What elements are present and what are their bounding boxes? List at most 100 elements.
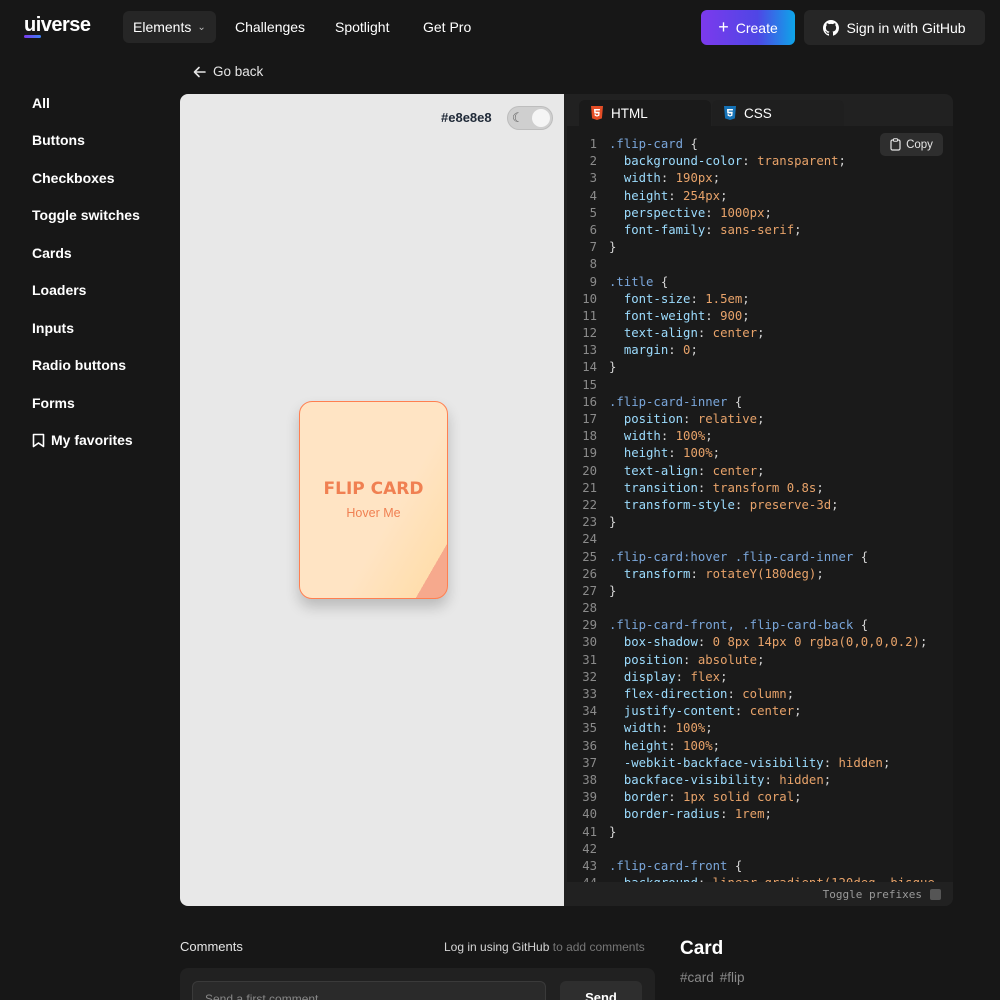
line-number: 22 xyxy=(582,497,597,512)
code-text: height: 100%; xyxy=(623,738,721,753)
line-number: 26 xyxy=(582,566,597,581)
nav-link-spotlight[interactable]: Spotlight xyxy=(335,19,389,35)
theme-toggle[interactable]: ☾ xyxy=(507,106,553,130)
code-line: 44 background: linear-gradient(120deg, b… xyxy=(567,875,935,882)
tab-css[interactable]: CSS xyxy=(712,100,844,126)
line-number: 2 xyxy=(589,154,597,169)
code-line: 34 justify-content: center; xyxy=(567,703,935,720)
background-color-value[interactable]: #e8e8e8 xyxy=(441,110,492,125)
toggle-prefixes-checkbox[interactable] xyxy=(930,888,941,900)
code-line: 42 xyxy=(567,841,935,858)
code-line: 10 font-size: 1.5em; xyxy=(567,291,935,308)
sidebar-item-checkboxes[interactable]: Checkboxes xyxy=(32,159,172,197)
code-line: 38 backface-visibility: hidden; xyxy=(567,772,935,789)
line-number: 1 xyxy=(589,137,597,151)
line-number: 25 xyxy=(582,549,597,564)
chevron-down-icon: ⌄ xyxy=(197,21,206,33)
code-line: 36 height: 100%; xyxy=(567,738,935,755)
line-number: 29 xyxy=(582,618,597,633)
css3-icon xyxy=(724,106,736,120)
logo[interactable]: uiverse xyxy=(24,14,91,37)
plus-icon: + xyxy=(718,16,729,37)
line-number: 35 xyxy=(582,721,597,736)
go-back-link[interactable]: Go back xyxy=(193,64,263,79)
sidebar-item-loaders[interactable]: Loaders xyxy=(32,272,172,310)
line-number: 32 xyxy=(582,669,597,684)
code-line: 18 width: 100%; xyxy=(567,428,935,445)
line-number: 7 xyxy=(589,240,597,255)
code-text: width: 100%; xyxy=(623,721,713,736)
login-link[interactable]: Log in using GitHub xyxy=(444,940,549,954)
code-text: position: relative; xyxy=(623,412,765,426)
sidebar-item-buttons[interactable]: Buttons xyxy=(32,122,172,160)
comment-input[interactable]: Send a first comment... xyxy=(192,981,546,1000)
code-line: 30 box-shadow: 0 8px 14px 0 rgba(0,0,0,0… xyxy=(567,634,935,651)
code-line: 40 border-radius: 1rem; xyxy=(567,806,935,823)
line-number: 21 xyxy=(582,480,597,495)
sidebar-item-forms[interactable]: Forms xyxy=(32,384,172,422)
moon-icon: ☾ xyxy=(512,110,524,125)
tag-list: #card #flip xyxy=(680,970,745,985)
comment-box: Send a first comment... Send xyxy=(180,968,655,1000)
preview-pane: #e8e8e8 ☾ FLIP CARD Hover Me xyxy=(180,94,564,906)
code-line: 27} xyxy=(567,583,935,600)
code-line: 21 transition: transform 0.8s; xyxy=(567,480,935,497)
code-line: 28 xyxy=(567,600,935,617)
code-text: } xyxy=(609,583,617,598)
code-line: 12 text-align: center; xyxy=(567,325,935,342)
create-label: Create xyxy=(735,19,778,36)
elements-dropdown[interactable]: Elements ⌄ xyxy=(123,11,216,43)
code-text: } xyxy=(609,515,617,530)
sidebar-item-inputs[interactable]: Inputs xyxy=(32,309,172,347)
nav-link-get-pro[interactable]: Get Pro xyxy=(423,19,471,35)
line-number: 30 xyxy=(582,635,597,650)
code-line: 41} xyxy=(567,824,935,841)
code-line: 31 position: absolute; xyxy=(567,652,935,669)
code-text: } xyxy=(609,360,617,375)
sidebar-item-all[interactable]: All xyxy=(32,84,172,122)
line-number: 39 xyxy=(582,790,597,805)
login-suffix: to add comments xyxy=(549,940,645,954)
code-line: 29 .flip-card-front, .flip-card-back { xyxy=(567,617,935,634)
code-line: 5 perspective: 1000px; xyxy=(567,205,935,222)
create-button[interactable]: + Create xyxy=(701,10,795,45)
component-title: Card xyxy=(680,938,724,959)
code-text: transform-style: preserve-3d; xyxy=(623,497,839,512)
line-number: 33 xyxy=(582,687,597,701)
tab-html[interactable]: HTML xyxy=(579,100,711,126)
copy-label: Copy xyxy=(906,138,933,151)
code-line: 33 flex-direction: column; xyxy=(567,686,935,703)
sidebar-item-radio-buttons[interactable]: Radio buttons xyxy=(32,347,172,385)
code-text: .flip-card-front, .flip-card-back { xyxy=(609,618,869,633)
github-icon xyxy=(823,19,840,36)
code-lines: 1 .flip-card {2 background-color: transpa… xyxy=(567,136,935,882)
code-line: 19 height: 100%; xyxy=(567,445,935,462)
line-number: 13 xyxy=(582,343,597,358)
line-number: 41 xyxy=(582,824,597,839)
code-line: 23} xyxy=(567,514,935,531)
github-signin-button[interactable]: Sign in with GitHub xyxy=(804,10,985,45)
code-text: width: 190px; xyxy=(623,171,721,186)
code-line: 4 height: 254px; xyxy=(567,188,935,205)
copy-button[interactable]: Copy xyxy=(880,133,943,156)
code-text: display: flex; xyxy=(623,669,728,684)
go-back-label: Go back xyxy=(213,64,264,79)
flip-card[interactable]: FLIP CARD Hover Me xyxy=(299,401,448,599)
line-number: 38 xyxy=(582,772,597,787)
code-line: 39 border: 1px solid coral; xyxy=(567,789,935,806)
tag-card[interactable]: #card xyxy=(680,970,714,985)
tag-flip[interactable]: #flip xyxy=(720,970,745,985)
code-text: border-radius: 1rem; xyxy=(623,807,772,822)
code-text: justify-content: center; xyxy=(623,704,802,719)
nav-link-challenges[interactable]: Challenges xyxy=(235,19,305,35)
line-number: 19 xyxy=(582,446,597,461)
code-editor[interactable]: 1 .flip-card {2 background-color: transpa… xyxy=(567,126,953,882)
code-text: text-align: center; xyxy=(623,463,765,478)
sidebar-item-my-favorites[interactable]: My favorites xyxy=(32,422,172,460)
sidebar-item-toggle-switches[interactable]: Toggle switches xyxy=(32,197,172,235)
sidebar-item-cards[interactable]: Cards xyxy=(32,234,172,272)
send-button[interactable]: Send xyxy=(560,981,642,1000)
line-number: 23 xyxy=(582,515,597,530)
code-line: 3 width: 190px; xyxy=(567,170,935,187)
line-number: 42 xyxy=(582,841,597,856)
